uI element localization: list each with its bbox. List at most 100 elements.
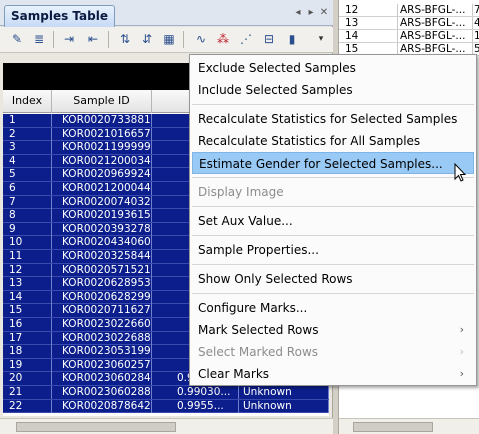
toolbar-separator	[183, 31, 184, 48]
menu-item-estimate-gender-for-selected-samples[interactable]: Estimate Gender for Selected Samples...	[192, 152, 474, 174]
menu-item-label: Select Marked Rows	[198, 345, 319, 359]
table-icon[interactable]: ▦	[160, 30, 178, 48]
menu-item-set-aux-value[interactable]: Set Aux Value...	[192, 210, 474, 232]
table-row[interactable]: 21KOR0023060288410.99030...Unknown	[3, 386, 329, 400]
bar-chart-icon[interactable]: ▮	[283, 30, 301, 48]
column-header-sample-id[interactable]: Sample ID	[52, 90, 152, 113]
menu-item-label: Recalculate Statistics for All Samples	[198, 134, 421, 148]
marker-value: 1	[472, 30, 479, 42]
app-window: Samples Table ◂ ▸ ✕ ✎ ≣ ⇥ ⇤ ⇅ ⇵ ▦ ∿ ⁂ ⋰ …	[0, 0, 479, 434]
toolbar: ✎ ≣ ⇥ ⇤ ⇅ ⇵ ▦ ∿ ⁂ ⋰ ⊟ ▮ ▾	[0, 27, 333, 53]
value-cell: 0.99030...	[152, 386, 239, 399]
menu-item-display-image: Display Image	[192, 181, 474, 203]
properties-icon[interactable]: ✎	[8, 30, 26, 48]
menu-item-recalculate-statistics-for-selected-samples[interactable]: Recalculate Statistics for Selected Samp…	[192, 108, 474, 130]
import-icon[interactable]: ⇤	[84, 30, 102, 48]
toolbar-separator	[108, 31, 109, 48]
sample-id-cell: KOR002120004443	[52, 182, 152, 195]
horizontal-scrollbar[interactable]	[0, 418, 333, 434]
sample-id-cell: KOR002043406088	[52, 236, 152, 250]
row-index: 14	[3, 290, 52, 304]
sample-id-cell: KOR002101665729	[52, 127, 152, 141]
sample-id-cell: KOR002120003480	[52, 154, 152, 168]
sample-id-cell: KOR002306025708	[52, 358, 152, 372]
menu-item-label: Set Aux Value...	[198, 214, 293, 228]
sample-id-cell: KOR002073388161	[52, 114, 152, 127]
menu-item-configure-marks[interactable]: Configure Marks...	[192, 297, 474, 319]
menu-item-clear-marks[interactable]: Clear Marks ›	[192, 363, 474, 385]
scrollbar-thumb[interactable]	[353, 422, 433, 432]
menu-separator	[192, 104, 474, 105]
menu-item-label: Configure Marks...	[198, 301, 308, 315]
menu-separator	[192, 206, 474, 207]
sample-id-cell: KOR002087864238	[52, 399, 152, 413]
menu-item-sample-properties[interactable]: Sample Properties...	[192, 239, 474, 261]
marker-name: ARS-BFGL-...	[397, 17, 472, 29]
gender-cell: Unknown	[239, 399, 329, 413]
row-index: 20	[3, 372, 52, 386]
sample-id-cell: KOR002302266063	[52, 318, 152, 331]
toolbar-separator	[53, 31, 54, 48]
box-plot-icon[interactable]: ⊟	[260, 30, 278, 48]
marker-row[interactable]: 14 ARS-BFGL-...1	[339, 30, 479, 43]
menu-item-recalculate-statistics-for-all-samples[interactable]: Recalculate Statistics for All Samples	[192, 130, 474, 152]
submenu-arrow-icon: ›	[459, 323, 464, 336]
menu-item-mark-selected-rows[interactable]: Mark Selected Rows ›	[192, 319, 474, 341]
menu-item-show-only-selected-rows[interactable]: Show Only Selected Rows	[192, 268, 474, 290]
menu-item-exclude-selected-samples[interactable]: Exclude Selected Samples	[192, 57, 474, 79]
marker-index: 12	[345, 4, 359, 16]
scatter-plot-icon[interactable]: ⋰	[237, 30, 255, 48]
row-index: 1	[3, 114, 52, 127]
line-chart-icon[interactable]: ∿	[192, 30, 210, 48]
menu-item-label: Display Image	[198, 185, 284, 199]
table-row[interactable]: 22KOR0020878642380.9955...Unknown	[3, 399, 329, 414]
marker-row[interactable]: 13 ARS-BFGL-...4	[339, 17, 479, 30]
scrollbar-thumb[interactable]	[16, 422, 176, 432]
tab-close-icon[interactable]: ✕	[318, 7, 330, 18]
row-index: 19	[3, 358, 52, 372]
sort-ascending-icon[interactable]: ⇅	[116, 30, 134, 48]
menu-item-label: Clear Marks	[198, 367, 270, 381]
marker-value: 4	[472, 17, 479, 29]
menu-separator	[192, 264, 474, 265]
context-menu: Exclude Selected Samples Include Selected…	[189, 54, 477, 386]
row-index: 11	[3, 250, 52, 263]
submenu-arrow-icon: ›	[459, 345, 464, 358]
menu-separator	[192, 235, 474, 236]
marker-name: ARS-BFGL-...	[397, 30, 472, 42]
column-header-index[interactable]: Index	[3, 90, 52, 113]
row-index: 16	[3, 318, 52, 331]
filter-icon[interactable]: ≣	[30, 30, 48, 48]
sample-id-cell: KOR002306028403	[52, 372, 152, 386]
menu-item-label: Recalculate Statistics for Selected Samp…	[198, 112, 458, 126]
marker-row[interactable]: 12 ARS-BFGL-...7	[339, 4, 479, 17]
tab-scroll-left-icon[interactable]: ◂	[292, 7, 304, 18]
sample-id-cell: KOR002057152135	[52, 263, 152, 277]
row-index: 12	[3, 263, 52, 277]
gender-cell: Unknown	[239, 386, 329, 399]
marker-name: ARS-BFGL-...	[397, 4, 472, 16]
menu-item-label: Include Selected Samples	[198, 83, 353, 97]
menu-item-include-selected-samples[interactable]: Include Selected Samples	[192, 79, 474, 101]
menu-item-label: Sample Properties...	[198, 243, 319, 257]
tab-scroll-right-icon[interactable]: ▸	[305, 7, 317, 18]
sort-descending-icon[interactable]: ⇵	[138, 30, 156, 48]
marker-index: 13	[345, 17, 359, 29]
export-icon[interactable]: ⇥	[60, 30, 78, 48]
dropdown-icon[interactable]: ▾	[315, 30, 327, 48]
sample-id-cell: KOR002119999938	[52, 141, 152, 155]
tab-samples-table[interactable]: Samples Table	[4, 5, 115, 27]
sample-id-cell: KOR002306028841	[52, 386, 152, 399]
scatter-icon[interactable]: ⁂	[214, 30, 232, 48]
submenu-arrow-icon: ›	[459, 367, 464, 380]
sample-id-cell: KOR002302268833	[52, 331, 152, 345]
row-index: 8	[3, 209, 52, 223]
row-index: 2	[3, 127, 52, 141]
menu-item-select-marked-rows: Select Marked Rows ›	[192, 341, 474, 363]
sample-id-cell: KOR002062829994	[52, 290, 152, 304]
right-horizontal-scrollbar[interactable]	[339, 418, 479, 434]
menu-item-label: Estimate Gender for Selected Samples...	[199, 157, 443, 171]
row-index: 21	[3, 386, 52, 399]
row-index: 18	[3, 345, 52, 359]
row-index: 15	[3, 304, 52, 318]
